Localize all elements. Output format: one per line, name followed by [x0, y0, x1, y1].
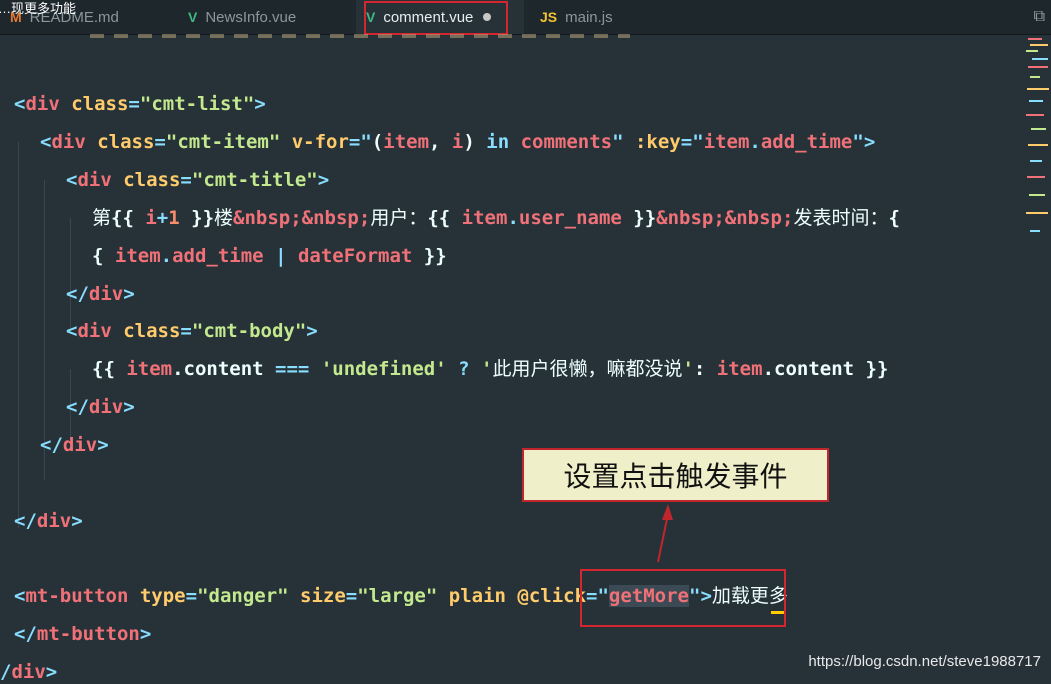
annotation-arrow [657, 504, 673, 563]
watermark-url: https://blog.csdn.net/steve1988717 [808, 653, 1041, 670]
annotation-callout: 设置点击触发事件 [522, 448, 829, 502]
code-minimap[interactable] [1024, 36, 1050, 246]
